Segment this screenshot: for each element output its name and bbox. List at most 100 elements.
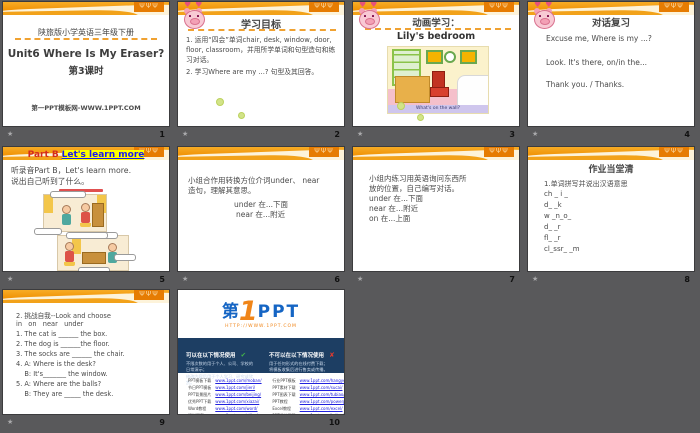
definition-near: near 在...附近: [236, 210, 286, 219]
logo-char-one: 1: [238, 296, 258, 327]
listen-instruction-2: 说出自己听到了什么。: [11, 177, 89, 186]
logo-char-ppt: PPT: [257, 302, 301, 322]
header-band: ΨΨΨ: [353, 147, 519, 160]
license-band: 可以在以下情况使用 ✔ 不限次数的用于个人、公司、学校的日常演示； 修改内容后用…: [178, 338, 344, 385]
slide-number: 7: [509, 274, 515, 284]
green-dot: [238, 112, 245, 119]
quiz-line: 3. The socks are ______ the chair.: [16, 350, 125, 358]
link-column-1: PPT模板下载 www.1ppt.com/moban/ 节日PPT模板 www.1p…: [188, 378, 262, 414]
thumbnail-cell-10: 第1PPT HTTP://WWW.1PPT.COM 可以在以下情况使用 ✔ 不限…: [175, 288, 350, 433]
slide-thumbnail-4[interactable]: ΨΨΨ ♥♥ 对话复习 Excuse me, Where is my ...? …: [528, 2, 694, 126]
link-url: www.1ppt.com/word/: [215, 406, 258, 411]
slide-status-strip: ★ 9: [3, 414, 169, 431]
transition-star-icon: ★: [182, 130, 189, 138]
spelling-word: w _n_o_: [544, 212, 572, 220]
picture-frame: [460, 50, 477, 64]
trees-icon: ΨΨΨ: [484, 2, 514, 12]
mascot-pig-icon: ♥♥: [357, 2, 387, 33]
link-label: Word教程: [188, 406, 207, 411]
slide-thumbnail-5[interactable]: ΨΨΨ Part B Let's learn more 听录音Part B，Le…: [3, 147, 169, 271]
slide-status-strip: 10: [178, 414, 344, 431]
slide-title: 作业当堂清: [588, 165, 634, 175]
transition-star-icon: ★: [7, 418, 14, 426]
slide-thumbnail-1[interactable]: ΨΨΨ 陕旅版小学英语三年级下册 Unit6 Where Is My Erase…: [3, 2, 169, 126]
desk: [395, 76, 430, 103]
quiz-line: 2. 挑战自我--Look and choose: [16, 312, 111, 320]
allowed-line: 不限次数的用于个人、公司、学校的日常演示；: [186, 361, 254, 373]
quiz-line: B: It's_______ the window.: [16, 370, 108, 378]
link-url: www.1ppt.com/kejian/: [300, 413, 344, 414]
green-dot: [417, 114, 424, 121]
scene-panel-1: [34, 191, 118, 239]
header-band: ΨΨΨ: [3, 2, 169, 15]
green-dot: [397, 102, 405, 110]
thumbnail-cell-2: ΨΨΨ ♥♥ 学习目标 1. 运用“四会”单词chair, desk, wind…: [175, 0, 350, 145]
dialog-line: Look. It's there, on/in the...: [546, 58, 648, 67]
table: [82, 252, 106, 264]
thumbnail-cell-4: ΨΨΨ ♥♥ 对话复习 Excuse me, Where is my ...? …: [525, 0, 700, 145]
lets-learn-more-link[interactable]: Let's learn more: [61, 150, 145, 160]
link-url: www.1ppt.com/excel/: [299, 406, 343, 411]
slide-number: 4: [684, 129, 690, 139]
transition-star-icon: ★: [532, 130, 539, 138]
slide-status-strip: ★ 3: [353, 126, 519, 143]
quiz-line: 5. A: Where are the balls?: [16, 380, 102, 388]
spelling-word: ch _ i _: [544, 190, 568, 198]
spelling-word: cl_ssr_ _m: [544, 245, 580, 253]
slide-number: 1: [159, 129, 165, 139]
slide-status-strip: ★ 1: [3, 126, 169, 143]
mascot-pig-icon: ♥♥: [182, 2, 212, 33]
quiz-line: B: They are _____ the desk.: [16, 390, 114, 398]
slide-thumbnail-10[interactable]: 第1PPT HTTP://WWW.1PPT.COM 可以在以下情况使用 ✔ 不限…: [178, 290, 344, 414]
link-url: www.1ppt.com/powerpoint/: [299, 399, 344, 404]
slide-status-strip: ★ 7: [353, 271, 519, 288]
green-dot: [216, 98, 224, 106]
transition-star-icon: ★: [7, 275, 14, 283]
thumbnail-cell-1: ΨΨΨ 陕旅版小学英语三年级下册 Unit6 Where Is My Erase…: [0, 0, 175, 145]
slide-thumbnail-2[interactable]: ΨΨΨ ♥♥ 学习目标 1. 运用“四会”单词chair, desk, wind…: [178, 2, 344, 126]
transition-star-icon: ★: [357, 275, 364, 283]
thumbnail-cell-9: ΨΨΨ 2. 挑战自我--Look and choose in on near …: [0, 288, 175, 433]
empty-cell: [525, 288, 700, 433]
trees-icon: ΨΨΨ: [134, 290, 164, 300]
link-label: PPT素材下载: [272, 385, 296, 390]
thumbnail-cell-7: ΨΨΨ 小组内练习用英语询问东西所 放的位置，自己编写对话。 under 在..…: [350, 145, 525, 288]
thumbnail-grid: ΨΨΨ 陕旅版小学英语三年级下册 Unit6 Where Is My Erase…: [0, 0, 700, 433]
link-url: www.1ppt.com/moban/: [215, 378, 262, 383]
slide-thumbnail-8[interactable]: ΨΨΨ 作业当堂清 1.单词拼写并说出汉语意思 ch _ i _ d_ _k w…: [528, 147, 694, 271]
trees-icon: ΨΨΨ: [484, 147, 514, 157]
link-url: www.1ppt.com/xiazai/: [215, 399, 260, 404]
link-url: www.1ppt.com/hangye/: [299, 378, 344, 383]
slide-thumbnail-6[interactable]: ΨΨΨ 小组合作用转换方位介词under、 near 造句，理解其意思。 und…: [178, 147, 344, 271]
spelling-word: d_ _k: [544, 201, 562, 209]
slide-thumbnail-9[interactable]: ΨΨΨ 2. 挑战自我--Look and choose in on near …: [3, 290, 169, 414]
site-footer: 第一PPT模板网-WWW.1PPT.COM: [31, 104, 141, 112]
header-band: ΨΨΨ: [3, 290, 169, 303]
slide-thumbnail-3[interactable]: ΨΨΨ ♥♥ 动画学习： Lily's bedroom What's on th…: [353, 2, 519, 126]
link-url: www.1ppt.com/jieri/: [215, 385, 256, 390]
dialog-line: Excuse me, Where is my ...?: [546, 34, 652, 43]
logo-char-di: 第: [221, 302, 239, 322]
textbook-illustration: [31, 189, 141, 271]
thumbnail-cell-8: ΨΨΨ 作业当堂清 1.单词拼写并说出汉语意思 ch _ i _ d_ _k w…: [525, 145, 700, 288]
transition-star-icon: ★: [7, 130, 14, 138]
link-label: 资料下载: [188, 413, 211, 414]
mother-figure: [64, 242, 75, 266]
link-label: 行业PPT模板: [272, 378, 296, 383]
slide-status-strip: ★ 5: [3, 271, 169, 288]
spelling-word: d_ _r: [544, 223, 561, 231]
cross-icon: ✘: [329, 351, 335, 359]
slide-number: 2: [334, 129, 340, 139]
transition-star-icon: ★: [182, 275, 189, 283]
transition-star-icon: ★: [357, 130, 364, 138]
slide-sorter-view: ΨΨΨ 陕旅版小学英语三年级下册 Unit6 Where Is My Erase…: [0, 0, 700, 433]
objective-text-1: 1. 运用“四会”单词chair, desk, window, door, fl…: [186, 36, 336, 64]
trees-icon: ΨΨΨ: [134, 2, 164, 12]
slide-thumbnail-7[interactable]: ΨΨΨ 小组内练习用英语询问东西所 放的位置，自己编写对话。 under 在..…: [353, 147, 519, 271]
part-b-label: Part B: [27, 150, 59, 160]
slide-status-strip: ★ 4: [528, 126, 694, 143]
speech-bubble: [50, 191, 86, 198]
mascot-pig-icon: ♥♥: [532, 2, 562, 33]
link-label: PPT图表下载: [272, 392, 296, 397]
speech-bubble: [66, 232, 108, 239]
